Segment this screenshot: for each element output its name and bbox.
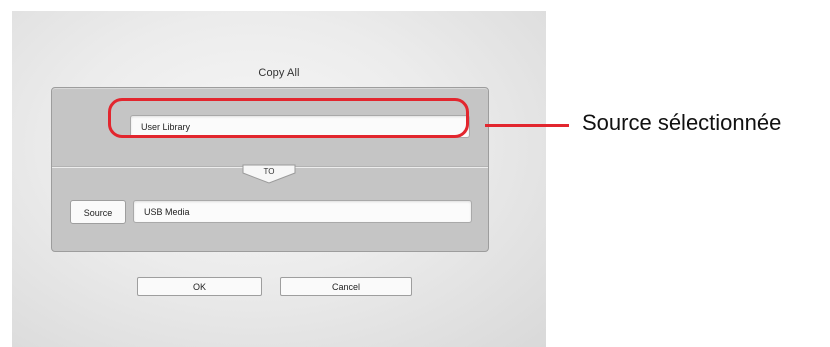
cancel-button[interactable]: Cancel <box>280 277 412 296</box>
callout-label: Source sélectionnée <box>582 110 782 135</box>
dialog-title: Copy All <box>258 67 300 79</box>
destination-field[interactable]: USB Media <box>133 200 472 223</box>
ok-button[interactable]: OK <box>137 277 262 296</box>
dialog-screen: Copy All User Library TO Source USB Medi… <box>12 11 546 347</box>
source-highlight-ring <box>108 98 469 138</box>
to-arrow-tab: TO <box>242 164 296 184</box>
callout-line <box>485 124 569 127</box>
to-label: TO <box>263 167 275 176</box>
source-button[interactable]: Source <box>70 200 126 224</box>
